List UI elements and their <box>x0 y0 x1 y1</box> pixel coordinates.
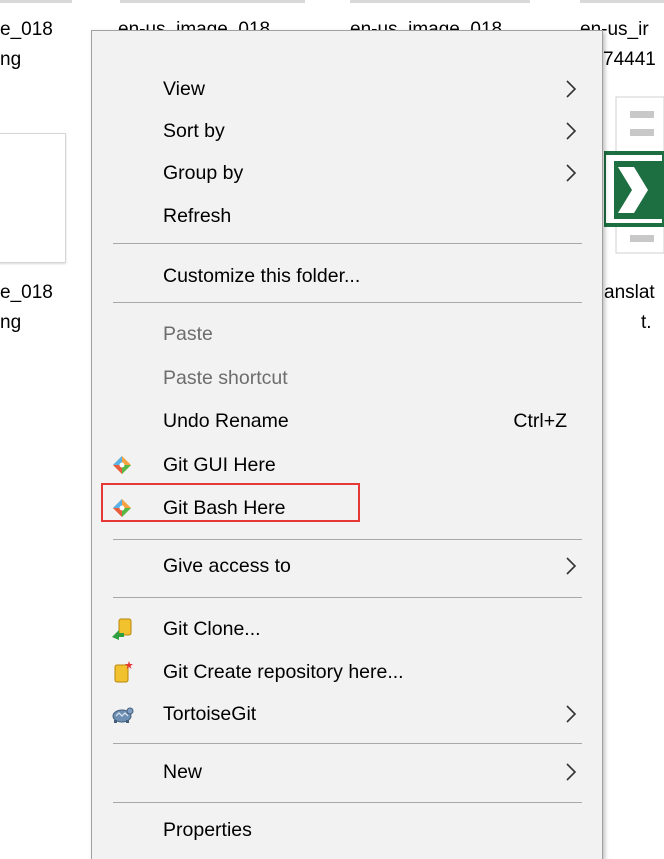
chevron-right-icon <box>566 763 577 781</box>
git-icon <box>113 456 131 474</box>
file-name[interactable]: ng <box>0 46 21 74</box>
file-name[interactable]: e_018 <box>0 279 53 307</box>
chevron-right-icon <box>566 705 577 723</box>
file-name[interactable]: t. <box>641 309 652 337</box>
thumbnail-edge <box>580 0 664 3</box>
menu-item-label: Sort by <box>163 120 225 142</box>
chevron-right-icon <box>566 164 577 182</box>
menu-item-label: Git Create repository here... <box>163 661 404 683</box>
menu-separator <box>113 539 582 540</box>
menu-item-label: New <box>163 761 203 783</box>
menu-item-customize-folder[interactable]: Customize this folder... <box>92 255 602 297</box>
menu-item-git-create-repository[interactable]: Git Create repository here... <box>92 651 602 693</box>
menu-item-tortoisegit[interactable]: TortoiseGit <box>92 693 602 735</box>
menu-item-view[interactable]: View <box>92 68 602 110</box>
menu-item-label: Give access to <box>163 555 291 577</box>
menu-separator <box>113 302 582 303</box>
menu-item-paste-shortcut[interactable]: Paste shortcut <box>92 357 602 399</box>
menu-item-label: Undo Rename <box>163 410 289 432</box>
excel-file-icon[interactable] <box>602 95 664 255</box>
thumbnail-edge <box>120 0 305 3</box>
menu-item-label: Paste shortcut <box>163 367 288 389</box>
menu-item-label: Customize this folder... <box>163 265 361 287</box>
menu-item-refresh[interactable]: Refresh <box>92 195 602 237</box>
thumbnail-edge <box>350 0 530 3</box>
chevron-right-icon <box>566 122 577 140</box>
file-name[interactable]: anslat <box>604 279 655 307</box>
menu-item-label: Group by <box>163 162 244 184</box>
menu-separator <box>113 243 582 244</box>
menu-item-git-clone[interactable]: Git Clone... <box>92 608 602 650</box>
menu-item-undo-rename[interactable]: Undo Rename Ctrl+Z <box>92 400 602 442</box>
file-name[interactable]: ng <box>0 309 21 337</box>
menu-item-label: Git Clone... <box>163 618 261 640</box>
file-name[interactable]: 74441 <box>603 46 656 74</box>
menu-item-label: Refresh <box>163 205 232 227</box>
menu-item-sort-by[interactable]: Sort by <box>92 110 602 152</box>
menu-item-label: View <box>163 78 205 100</box>
thumbnail-edge <box>0 0 72 3</box>
file-thumbnail[interactable] <box>0 133 66 263</box>
chevron-right-icon <box>566 80 577 98</box>
menu-separator <box>113 802 582 803</box>
menu-item-new[interactable]: New <box>92 751 602 793</box>
chevron-right-icon <box>566 557 577 575</box>
menu-separator <box>113 597 582 598</box>
menu-separator <box>113 743 582 744</box>
tortoisegit-icon <box>112 707 134 723</box>
menu-item-label: Paste <box>163 323 213 345</box>
file-name[interactable]: e_018 <box>0 16 53 44</box>
git-create-repo-icon <box>114 661 133 683</box>
menu-item-git-gui-here[interactable]: Git GUI Here <box>92 444 602 486</box>
menu-item-label: TortoiseGit <box>163 703 257 725</box>
highlight-box <box>101 483 360 522</box>
git-clone-icon <box>112 618 132 640</box>
menu-item-label: Properties <box>163 819 252 841</box>
menu-item-give-access-to[interactable]: Give access to <box>92 545 602 587</box>
menu-item-label: Git GUI Here <box>163 454 276 476</box>
menu-item-group-by[interactable]: Group by <box>92 152 602 194</box>
keyboard-shortcut: Ctrl+Z <box>513 410 567 432</box>
menu-item-properties[interactable]: Properties <box>92 809 602 851</box>
context-menu: View Sort by Group by Refresh Customize … <box>91 30 603 859</box>
menu-item-paste[interactable]: Paste <box>92 313 602 355</box>
